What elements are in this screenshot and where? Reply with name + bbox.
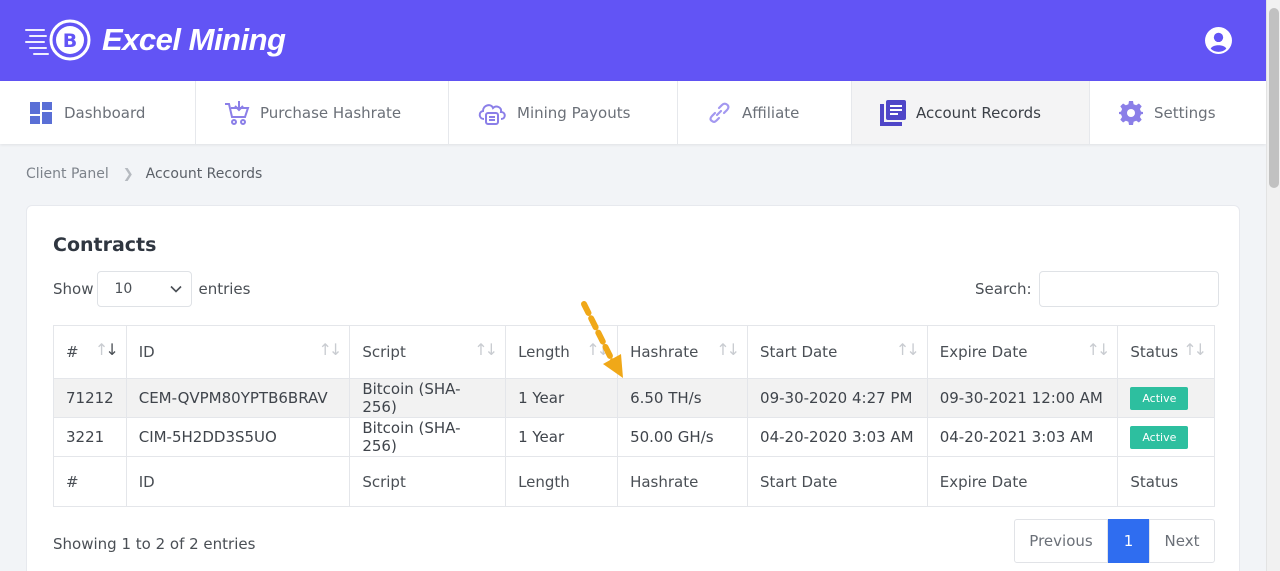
foot-header-expire-date: Expire Date — [926, 456, 1119, 507]
cell-num: 3221 — [53, 417, 127, 457]
cell-script: Bitcoin (SHA-256) — [349, 417, 507, 457]
sort-desc-icon: ↑↓ — [94, 340, 119, 359]
sort-icon: ↑↓ — [1183, 340, 1207, 359]
cell-start-date: 04-20-2020 3:03 AM — [747, 417, 928, 457]
search-input[interactable] — [1038, 271, 1219, 307]
nav-label-mining-payouts: Mining Payouts — [517, 103, 631, 122]
contracts-card: Contracts Show 10 entries Search: # ↑↓ ID… — [26, 205, 1240, 571]
col-header-expire-date[interactable]: Expire Date ↑↓ — [926, 325, 1119, 379]
dashboard-grid-icon — [28, 100, 54, 126]
nav-label-dashboard: Dashboard — [64, 103, 146, 122]
brand-logo[interactable]: B Excel Mining — [24, 18, 286, 62]
search-control: Search: — [975, 271, 1219, 307]
foot-header-script: Script — [349, 456, 507, 507]
nav-label-settings: Settings — [1154, 103, 1216, 122]
sort-icon: ↑↓ — [474, 340, 498, 359]
show-entries-control: Show 10 entries — [53, 271, 250, 307]
breadcrumb-client-panel[interactable]: Client Panel — [26, 166, 109, 182]
nav-label-account-records: Account Records — [916, 103, 1041, 122]
page-scrollbar[interactable] — [1266, 0, 1280, 571]
show-label: Show — [53, 280, 94, 298]
gear-icon — [1118, 100, 1144, 126]
records-icon — [880, 99, 906, 126]
table-info: Showing 1 to 2 of 2 entries — [53, 535, 256, 553]
contracts-title: Contracts — [53, 234, 157, 256]
foot-header-status: Status — [1117, 456, 1215, 507]
status-badge: Active — [1130, 386, 1189, 410]
nav-item-account-records[interactable]: Account Records — [852, 81, 1090, 144]
nav-item-settings[interactable]: Settings — [1090, 81, 1266, 144]
table-footer-row: # ID Script Length Hashrate Start Date E… — [53, 456, 1215, 507]
foot-header-id: ID — [125, 456, 351, 507]
nav-item-mining-payouts[interactable]: Mining Payouts — [449, 81, 678, 144]
status-badge: Active — [1130, 425, 1189, 449]
cell-script: Bitcoin (SHA-256) — [349, 378, 507, 418]
cell-id: CIM-5H2DD3S5UO — [125, 417, 351, 457]
breadcrumb: Client Panel ❯ Account Records — [26, 166, 262, 182]
sort-icon: ↑↓ — [1086, 340, 1111, 359]
cart-icon — [224, 100, 250, 126]
cell-expire-date: 04-20-2021 3:03 AM — [926, 417, 1119, 457]
table-row[interactable]: 3221 CIM-5H2DD3S5UO Bitcoin (SHA-256) 1 … — [53, 417, 1215, 457]
app-header: B Excel Mining — [0, 0, 1266, 81]
page-size-select[interactable]: 10 — [97, 271, 193, 307]
link-icon — [706, 100, 732, 126]
foot-header-length: Length — [505, 456, 619, 507]
col-header-id[interactable]: ID ↑↓ — [125, 325, 351, 379]
nav-label-affiliate: Affiliate — [742, 103, 800, 122]
cell-status: Active — [1117, 417, 1215, 457]
annotation-arrow-icon — [581, 301, 623, 378]
search-label: Search: — [975, 280, 1032, 298]
cell-expire-date: 09-30-2021 12:00 AM — [926, 378, 1119, 418]
col-header-hashrate[interactable]: Hashrate ↑↓ — [617, 325, 749, 379]
col-header-script[interactable]: Script ↑↓ — [349, 325, 507, 379]
svg-text:B: B — [63, 30, 77, 52]
foot-header-num: # — [53, 456, 127, 507]
foot-header-start-date: Start Date — [747, 456, 928, 507]
bitcoin-coin-icon: B — [25, 19, 91, 61]
entries-label: entries — [198, 280, 251, 298]
foot-header-hashrate: Hashrate — [617, 456, 749, 507]
chevron-right-icon: ❯ — [122, 166, 134, 182]
cloud-payout-icon — [477, 100, 507, 126]
cell-hashrate: 6.50 TH/s — [617, 378, 749, 418]
pagination-page-1[interactable]: 1 — [1108, 519, 1149, 563]
sort-icon: ↑↓ — [716, 340, 740, 359]
col-header-num[interactable]: # ↑↓ — [53, 325, 127, 379]
cell-start-date: 09-30-2020 4:27 PM — [747, 378, 928, 418]
cell-num: 71212 — [53, 378, 127, 418]
pagination: Previous 1 Next — [1014, 519, 1215, 563]
cell-hashrate: 50.00 GH/s — [617, 417, 749, 457]
chevron-down-icon — [170, 285, 183, 293]
nav-item-purchase-hashrate[interactable]: Purchase Hashrate — [196, 81, 449, 144]
breadcrumb-current: Account Records — [145, 166, 263, 182]
scrollbar-thumb[interactable] — [1269, 8, 1279, 188]
cell-id: CEM-QVPM80YPTB6BRAV — [125, 378, 351, 418]
cell-status: Active — [1117, 378, 1215, 418]
pagination-next[interactable]: Next — [1149, 519, 1215, 563]
nav-label-purchase-hashrate: Purchase Hashrate — [260, 103, 402, 122]
main-nav: Dashboard Purchase Hashrate Mining Payou… — [0, 81, 1266, 144]
nav-item-dashboard[interactable]: Dashboard — [0, 81, 196, 144]
sort-icon: ↑↓ — [318, 340, 343, 359]
pagination-previous[interactable]: Previous — [1014, 519, 1108, 563]
col-header-start-date[interactable]: Start Date ↑↓ — [747, 325, 928, 379]
col-header-status[interactable]: Status ↑↓ — [1117, 325, 1215, 379]
cell-length: 1 Year — [505, 417, 619, 457]
nav-item-affiliate[interactable]: Affiliate — [678, 81, 852, 144]
user-circle-icon[interactable] — [1205, 27, 1232, 54]
sort-icon: ↑↓ — [895, 340, 920, 359]
brand-name: Excel Mining — [102, 22, 286, 57]
page-size-value: 10 — [114, 281, 133, 297]
